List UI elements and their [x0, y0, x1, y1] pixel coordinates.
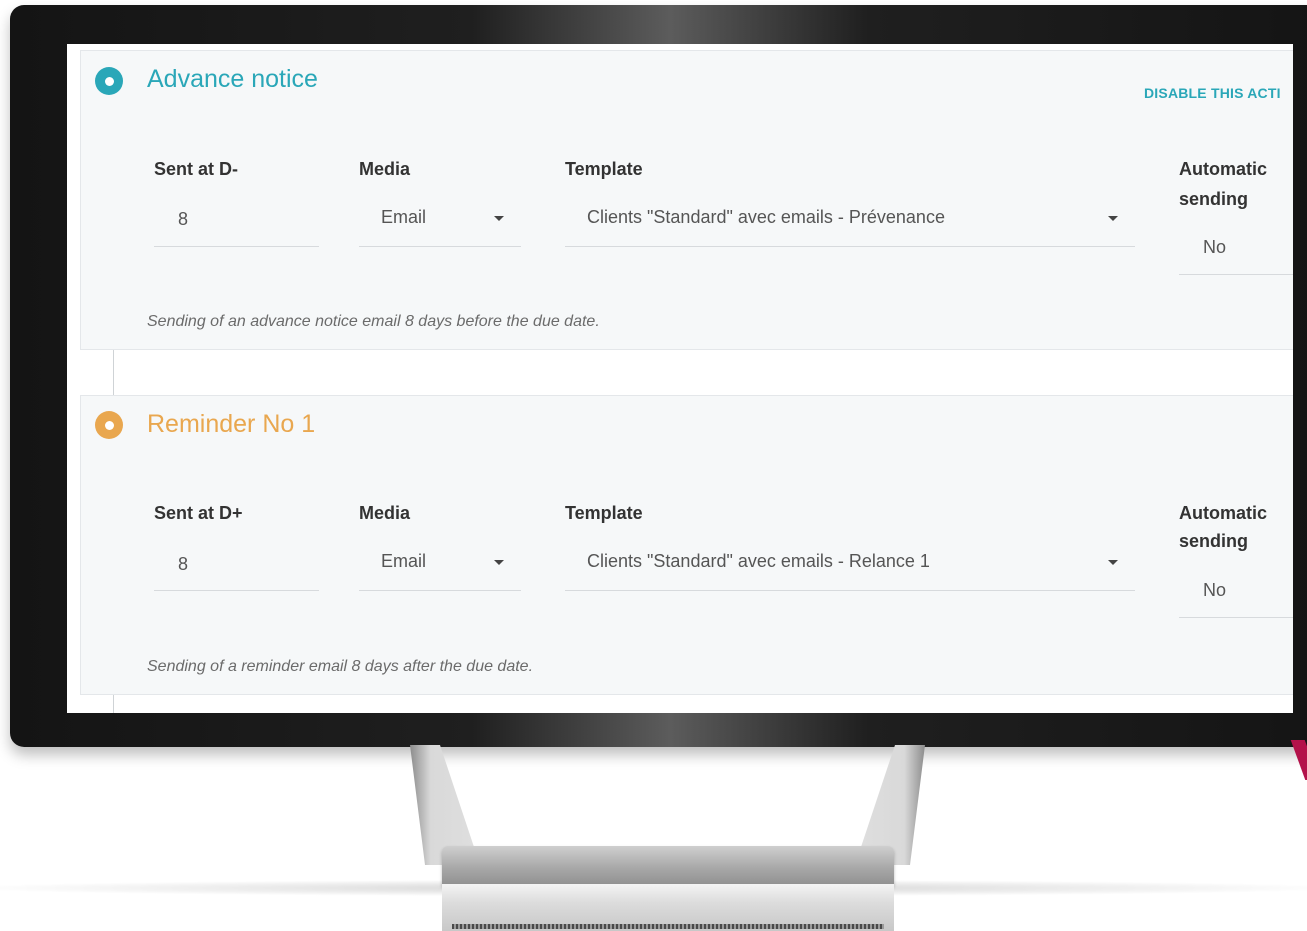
template-underline — [565, 246, 1135, 247]
media-underline — [359, 246, 521, 247]
step-title: Reminder No 1 — [147, 410, 316, 438]
automatic-sending-underline — [1179, 617, 1293, 618]
automatic-sending-underline — [1179, 274, 1293, 275]
media-label: Media — [359, 159, 411, 179]
sent-at-label: Sent at D- — [154, 159, 239, 179]
step-card-reminder-1: Reminder No 1 Sent at D+ 8 Media Email T… — [80, 395, 1293, 695]
automatic-sending-label-line1: Automatic — [1179, 503, 1268, 523]
monitor-screen: Advance notice DISABLE THIS ACTI Sent at… — [67, 44, 1293, 713]
sent-at-value[interactable]: 8 — [178, 209, 188, 230]
media-label: Media — [359, 503, 411, 523]
sent-at-underline — [154, 590, 319, 591]
monitor-frame: Advance notice DISABLE THIS ACTI Sent at… — [10, 5, 1307, 747]
media-select[interactable]: Email — [381, 551, 426, 572]
media-select[interactable]: Email — [381, 207, 426, 228]
decorative-accent — [1290, 740, 1307, 780]
template-label: Template — [565, 159, 643, 179]
chevron-down-icon[interactable] — [1108, 560, 1118, 565]
sent-at-underline — [154, 246, 319, 247]
step-description: Sending of a reminder email 8 days after… — [147, 658, 534, 675]
template-label: Template — [565, 503, 643, 523]
template-select[interactable]: Clients "Standard" avec emails - Relance… — [587, 551, 930, 572]
template-underline — [565, 590, 1135, 591]
automatic-sending-label-line1: Automatic — [1179, 159, 1268, 179]
chevron-down-icon[interactable] — [494, 216, 504, 221]
chevron-down-icon[interactable] — [1108, 216, 1118, 221]
step-title: Advance notice — [147, 65, 318, 93]
step-status-icon — [95, 411, 123, 439]
step-card-advance-notice: Advance notice DISABLE THIS ACTI Sent at… — [80, 50, 1293, 350]
automatic-sending-label-line2: sending — [1179, 189, 1249, 209]
disable-action-link[interactable]: DISABLE THIS ACTI — [1144, 85, 1281, 101]
automatic-sending-select[interactable]: No — [1203, 580, 1226, 601]
monitor-base-top — [442, 846, 894, 886]
sent-at-value[interactable]: 8 — [178, 554, 188, 575]
sent-at-label: Sent at D+ — [154, 503, 243, 523]
automatic-sending-label-line2: sending — [1179, 531, 1249, 551]
monitor-base-front — [442, 884, 894, 931]
automatic-sending-select[interactable]: No — [1203, 237, 1226, 258]
step-description: Sending of an advance notice email 8 day… — [147, 313, 600, 330]
chevron-down-icon[interactable] — [494, 560, 504, 565]
media-underline — [359, 590, 521, 591]
template-select[interactable]: Clients "Standard" avec emails - Prévena… — [587, 207, 945, 228]
step-status-icon — [95, 67, 123, 95]
